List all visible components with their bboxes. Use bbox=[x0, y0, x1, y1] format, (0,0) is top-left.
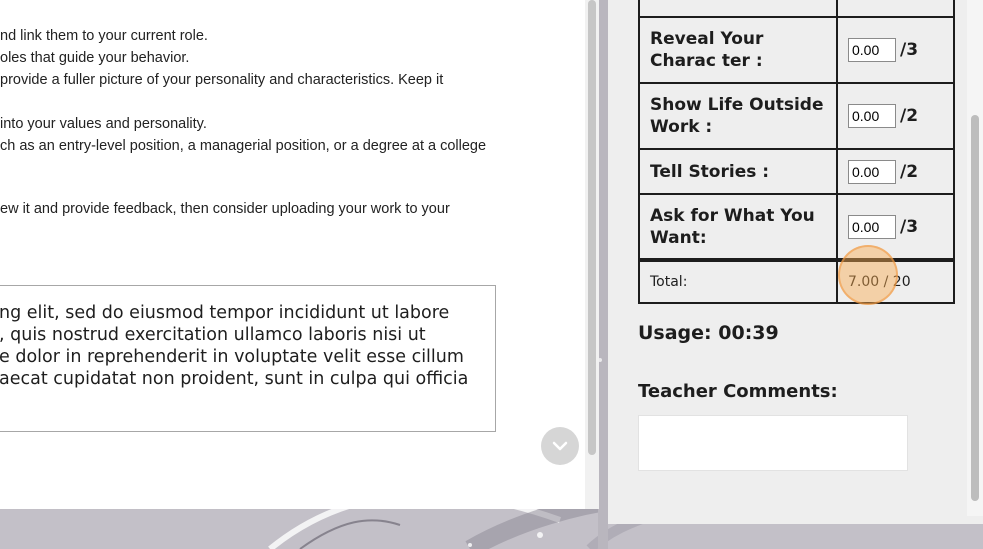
instruction-line: oles that guide your behavior. bbox=[0, 50, 190, 66]
rubric-row: Ask for What You Want: /3 bbox=[638, 193, 955, 261]
instruction-line: nd link them to your current role. bbox=[0, 28, 208, 44]
grading-panel-scrollbar[interactable] bbox=[967, 0, 983, 516]
grading-panel-scrollbar-thumb[interactable] bbox=[971, 115, 979, 501]
scroll-down-button[interactable] bbox=[541, 427, 579, 465]
student-response-box: ng elit, sed do eiusmod tempor incididun… bbox=[0, 285, 496, 432]
rubric-row: Tell Stories : /2 bbox=[638, 148, 955, 195]
rubric-row: Reveal Your Charac ter : /3 bbox=[638, 16, 955, 84]
rubric-score-table: Reveal Your Charac ter : /3 Show Life Ou… bbox=[638, 0, 955, 304]
rubric-points-cell bbox=[836, 0, 955, 18]
rubric-row: Show Life Outside Work : /2 bbox=[638, 82, 955, 150]
rubric-points-cell: /2 bbox=[836, 148, 955, 195]
rubric-criterion-label: Show Life Outside Work : bbox=[638, 82, 838, 150]
score-input-show-life-outside-work[interactable] bbox=[848, 104, 896, 128]
response-line: , quis nostrud exercitation ullamco labo… bbox=[0, 325, 426, 345]
rubric-points-cell: /2 bbox=[836, 82, 955, 150]
teacher-comments-label: Teacher Comments: bbox=[638, 381, 838, 402]
response-line: ng elit, sed do eiusmod tempor incididun… bbox=[0, 303, 450, 323]
max-points: /3 bbox=[900, 216, 919, 237]
score-input-reveal-character[interactable] bbox=[848, 38, 896, 62]
max-points: /2 bbox=[900, 106, 919, 126]
document-scrollbar[interactable] bbox=[585, 0, 599, 509]
instruction-line: ch as an entry-level position, a manager… bbox=[0, 138, 487, 154]
instruction-line: into your values and personality. bbox=[0, 116, 207, 132]
rubric-criterion-label: Reveal Your Charac ter : bbox=[638, 16, 838, 84]
rubric-criterion-label: Ask for What You Want: bbox=[638, 193, 838, 261]
response-line: aecat cupidatat non proident, sunt in cu… bbox=[0, 369, 469, 389]
rubric-points-cell: /3 bbox=[836, 16, 955, 84]
document-scrollbar-thumb[interactable] bbox=[588, 0, 596, 455]
rubric-criterion-label: Tell Stories : bbox=[638, 148, 838, 195]
response-line: e dolor in reprehenderit in voluptate ve… bbox=[0, 347, 464, 367]
max-points: /3 bbox=[900, 40, 919, 60]
score-input-ask-for-what-you-want[interactable] bbox=[848, 214, 896, 239]
total-label: Total: bbox=[638, 258, 838, 304]
max-points: /2 bbox=[900, 161, 919, 182]
rubric-row-cutoff bbox=[638, 0, 955, 18]
usage-timer: Usage: 00:39 bbox=[638, 322, 779, 344]
chevron-down-icon bbox=[552, 441, 568, 451]
instruction-line: ew it and provide feedback, then conside… bbox=[0, 201, 450, 217]
instruction-line: provide a fuller picture of your persona… bbox=[0, 72, 444, 88]
teacher-comments-field[interactable] bbox=[638, 415, 908, 471]
rubric-total-row: Total: 7.00 / 20 bbox=[638, 258, 955, 304]
score-input-tell-stories[interactable] bbox=[848, 159, 896, 184]
assignment-document-panel: nd link them to your current role. oles … bbox=[0, 0, 585, 509]
rubric-criterion-cell bbox=[638, 0, 838, 18]
click-indicator bbox=[838, 245, 898, 305]
